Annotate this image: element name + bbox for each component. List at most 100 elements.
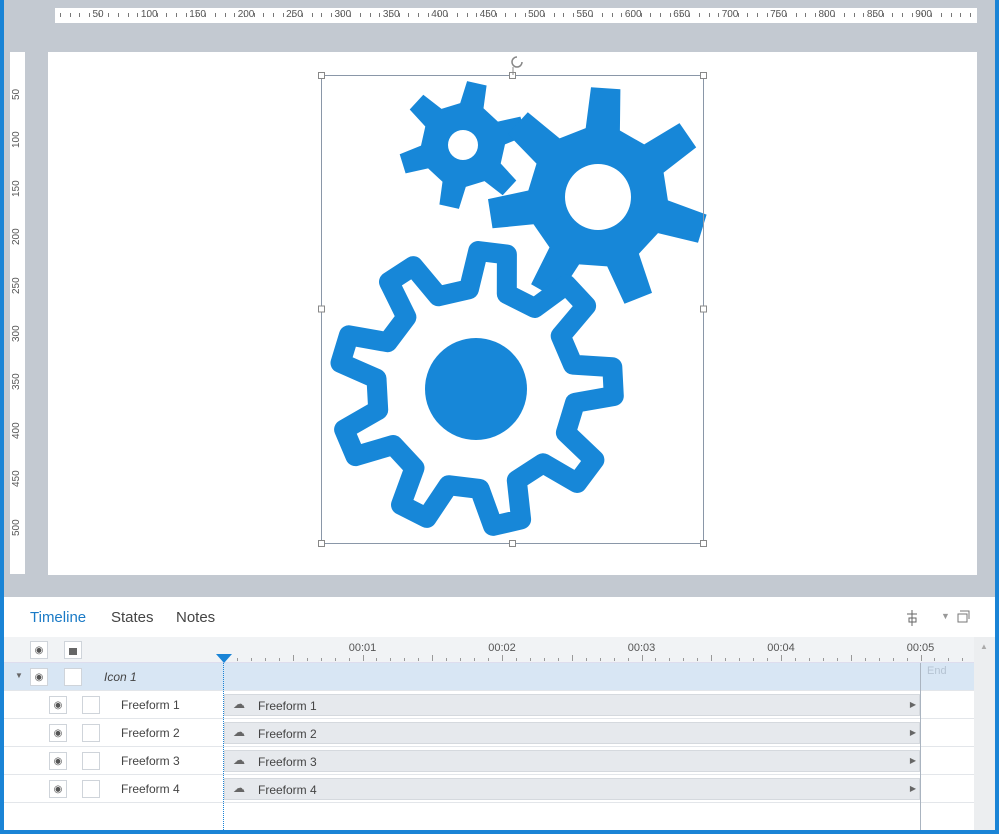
lock-toggle[interactable] (82, 752, 100, 770)
tab-notes[interactable]: Notes (176, 609, 215, 626)
ruler-tick (940, 13, 942, 17)
resize-handle[interactable] (700, 540, 707, 547)
ruler-tick (466, 13, 468, 17)
ruler-tick (118, 13, 120, 17)
visibility-toggle[interactable]: ◉ (30, 668, 48, 686)
resize-handle[interactable] (509, 540, 516, 547)
bar-label: Freeform 3 (258, 755, 317, 769)
playhead-handle[interactable] (216, 654, 232, 663)
dropdown-arrow-icon[interactable]: ▼ (941, 611, 950, 621)
time-tick (557, 658, 559, 661)
slide-canvas[interactable] (48, 52, 977, 575)
ruler-label: 750 (770, 9, 787, 20)
rotate-handle-icon[interactable] (511, 56, 523, 68)
ruler-tick (737, 13, 739, 17)
resize-handle[interactable] (318, 305, 325, 313)
layer-row[interactable]: ◉ Freeform 4 ☁ Freeform 4 ▶ (4, 775, 974, 803)
ruler-label: 300 (334, 9, 352, 20)
ruler-tick (786, 13, 787, 17)
align-timeline-icon[interactable] (904, 609, 920, 627)
time-tick (278, 658, 280, 661)
gears-icon[interactable] (48, 52, 977, 575)
window-restore-icon[interactable] (957, 610, 970, 623)
tab-timeline[interactable]: Timeline (30, 609, 86, 626)
end-label: End (927, 665, 947, 677)
end-marker-line[interactable] (920, 663, 921, 830)
lock-toggle[interactable] (82, 724, 100, 742)
expand-arrow-icon[interactable]: ▶ (910, 784, 916, 793)
time-tick (264, 658, 266, 661)
time-label: 00:04 (767, 642, 795, 654)
time-tick (711, 655, 713, 661)
layer-timeline-bar[interactable]: ☁ Freeform 3 ▶ (224, 750, 920, 772)
visibility-all-toggle[interactable]: ◉ (30, 641, 48, 659)
ruler-tick (882, 13, 884, 17)
visibility-toggle[interactable]: ◉ (49, 696, 67, 714)
layer-row[interactable]: ◉ Freeform 3 ☁ Freeform 3 ▶ (4, 747, 974, 775)
group-row-icon-1[interactable]: ▼ ◉ Icon 1 End (4, 663, 974, 691)
lock-toggle[interactable] (82, 696, 100, 714)
resize-handle[interactable] (700, 72, 707, 79)
lock-toggle[interactable] (64, 668, 82, 686)
time-tick (543, 658, 545, 661)
horizontal-ruler[interactable]: 5010015020025030035040045050055060065070… (55, 8, 977, 23)
ruler-tick (89, 13, 91, 17)
ruler-tick (660, 13, 662, 17)
ruler-tick (844, 13, 846, 17)
vertical-scrollbar[interactable]: ▲ (974, 637, 995, 830)
visibility-toggle[interactable]: ◉ (49, 752, 67, 770)
ruler-tick (553, 13, 555, 17)
time-tick (864, 658, 866, 661)
time-tick (934, 658, 936, 661)
ruler-tick (505, 13, 507, 17)
layer-row[interactable]: ◉ Freeform 2 ☁ Freeform 2 ▶ (4, 719, 974, 747)
eye-icon: ◉ (53, 727, 63, 739)
expand-arrow-icon[interactable]: ▶ (910, 728, 916, 737)
resize-handle[interactable] (318, 540, 325, 547)
visibility-toggle[interactable]: ◉ (49, 724, 67, 742)
layer-row[interactable]: ◉ Freeform 1 ☁ Freeform 1 ▶ (4, 691, 974, 719)
ruler-label: 400 (11, 422, 22, 439)
ruler-label: 200 (237, 9, 255, 20)
ruler-tick (476, 13, 478, 17)
time-tick (376, 658, 378, 661)
ruler-tick (379, 13, 381, 17)
small-gear-shape[interactable] (399, 81, 527, 209)
ruler-label: 900 (915, 9, 932, 20)
visibility-toggle[interactable]: ◉ (49, 780, 67, 798)
ruler-tick (679, 13, 681, 17)
expand-arrow-icon[interactable]: ▶ (910, 700, 916, 709)
ruler-tick (437, 13, 439, 17)
time-label: 00:03 (627, 642, 656, 654)
time-tick (906, 658, 908, 661)
large-gear-center-shape[interactable] (425, 338, 527, 440)
ruler-tick (408, 13, 410, 17)
scroll-up-icon[interactable]: ▲ (980, 642, 988, 651)
resize-handle[interactable] (318, 72, 325, 79)
time-tick (306, 658, 308, 661)
layer-timeline-bar[interactable]: ☁ Freeform 4 ▶ (224, 778, 920, 800)
time-ruler[interactable]: 00:01 00:02 00:03 00:04 00:05 (223, 637, 974, 663)
time-tick (320, 658, 322, 661)
ruler-tick (340, 13, 342, 17)
expand-arrow-icon[interactable]: ▶ (910, 756, 916, 765)
layer-timeline-bar[interactable]: ☁ Freeform 1 ▶ (224, 694, 920, 716)
layer-timeline-bar[interactable]: ☁ Freeform 2 ▶ (224, 722, 920, 744)
tab-states[interactable]: States (111, 609, 154, 626)
lock-all-toggle[interactable] (64, 641, 82, 659)
ruler-tick (824, 13, 826, 17)
time-tick (822, 658, 824, 661)
ruler-tick (321, 13, 323, 17)
time-tick (236, 658, 238, 661)
ruler-tick (631, 13, 633, 17)
ruler-tick (195, 13, 197, 17)
layer-label: Freeform 4 (121, 782, 180, 796)
time-label: 00:05 (906, 642, 935, 654)
ruler-tick (418, 13, 420, 17)
lock-toggle[interactable] (82, 780, 100, 798)
resize-handle[interactable] (700, 305, 707, 313)
collapse-arrow-icon[interactable]: ▼ (15, 671, 23, 680)
time-tick (850, 655, 852, 661)
ruler-tick (621, 13, 623, 17)
vertical-ruler[interactable]: 50 100 150 200 250 300 350 400 450 500 (10, 52, 25, 574)
